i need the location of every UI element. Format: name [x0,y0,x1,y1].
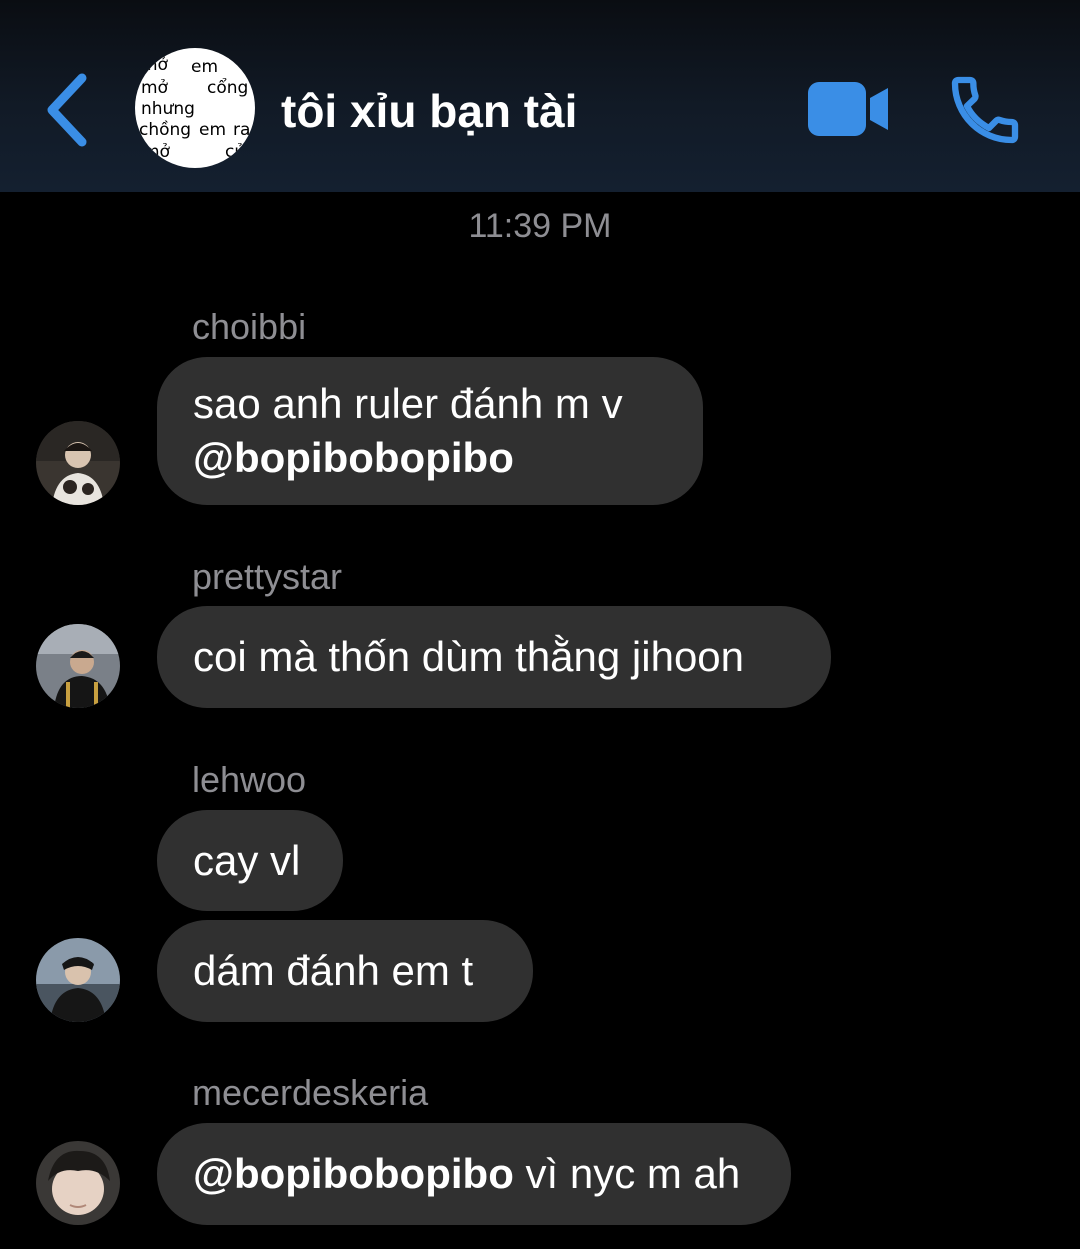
message-bubble[interactable]: sao anh ruler đánh m v @bopibobopibo [157,357,703,505]
back-button[interactable] [40,72,96,148]
message-text: vì nyc m ah [513,1150,741,1197]
avatar-word: cửa [225,142,255,162]
group-avatar[interactable]: mở em mở cổng nhưng chồng em ra mở cửa [135,48,255,168]
avatar-word: mở [141,55,168,75]
avatar-word: ra [233,120,251,140]
message-text: sao anh ruler đánh m v [193,380,623,427]
avatar-word: em [191,57,219,77]
message-bubble[interactable]: coi mà thốn dùm thằng jihoon [157,606,831,708]
message-text: cay vl [193,837,301,884]
message-timestamp: 11:39 PM [468,207,612,245]
avatar-word: cổng [207,78,249,98]
message-bubble[interactable]: dám đánh em t [157,920,533,1022]
voice-call-button[interactable] [945,70,1025,150]
avatar-photo [36,624,120,708]
avatar-word: mở [143,142,170,162]
message-bubble[interactable]: @bopibobopibo vì nyc m ah [157,1123,791,1225]
phone-icon [951,76,1019,144]
chat-title[interactable]: tôi xỉu bạn tài [281,84,577,138]
video-call-button[interactable] [804,78,894,140]
avatar-photo [36,938,120,1022]
sender-name: lehwoo [192,759,307,800]
avatar-word: chồng [139,120,192,140]
avatar[interactable] [36,938,120,1022]
message-text: coi mà thốn dùm thằng jihoon [193,633,745,680]
chat-header: mở em mở cổng nhưng chồng em ra mở cửa t… [0,0,1080,192]
mention-link[interactable]: @bopibobopibo [193,1150,514,1197]
video-camera-icon [808,82,888,136]
avatar-word: nhưng [141,99,195,119]
avatar-photo [36,1141,120,1225]
avatar-word: mở [141,78,168,98]
message-text: dám đánh em t [193,947,474,994]
mention-link[interactable]: @bopibobopibo [193,431,667,485]
avatar-photo [36,421,120,505]
chevron-left-icon [47,73,87,147]
message-bubble[interactable]: cay vl [157,810,343,911]
avatar[interactable] [36,421,120,505]
sender-name: mecerdeskeria [192,1072,429,1113]
avatar-word: em [199,120,227,140]
avatar[interactable] [36,1141,120,1225]
sender-name: prettystar [192,556,343,597]
avatar[interactable] [36,624,120,708]
sender-name: choibbi [192,306,307,347]
